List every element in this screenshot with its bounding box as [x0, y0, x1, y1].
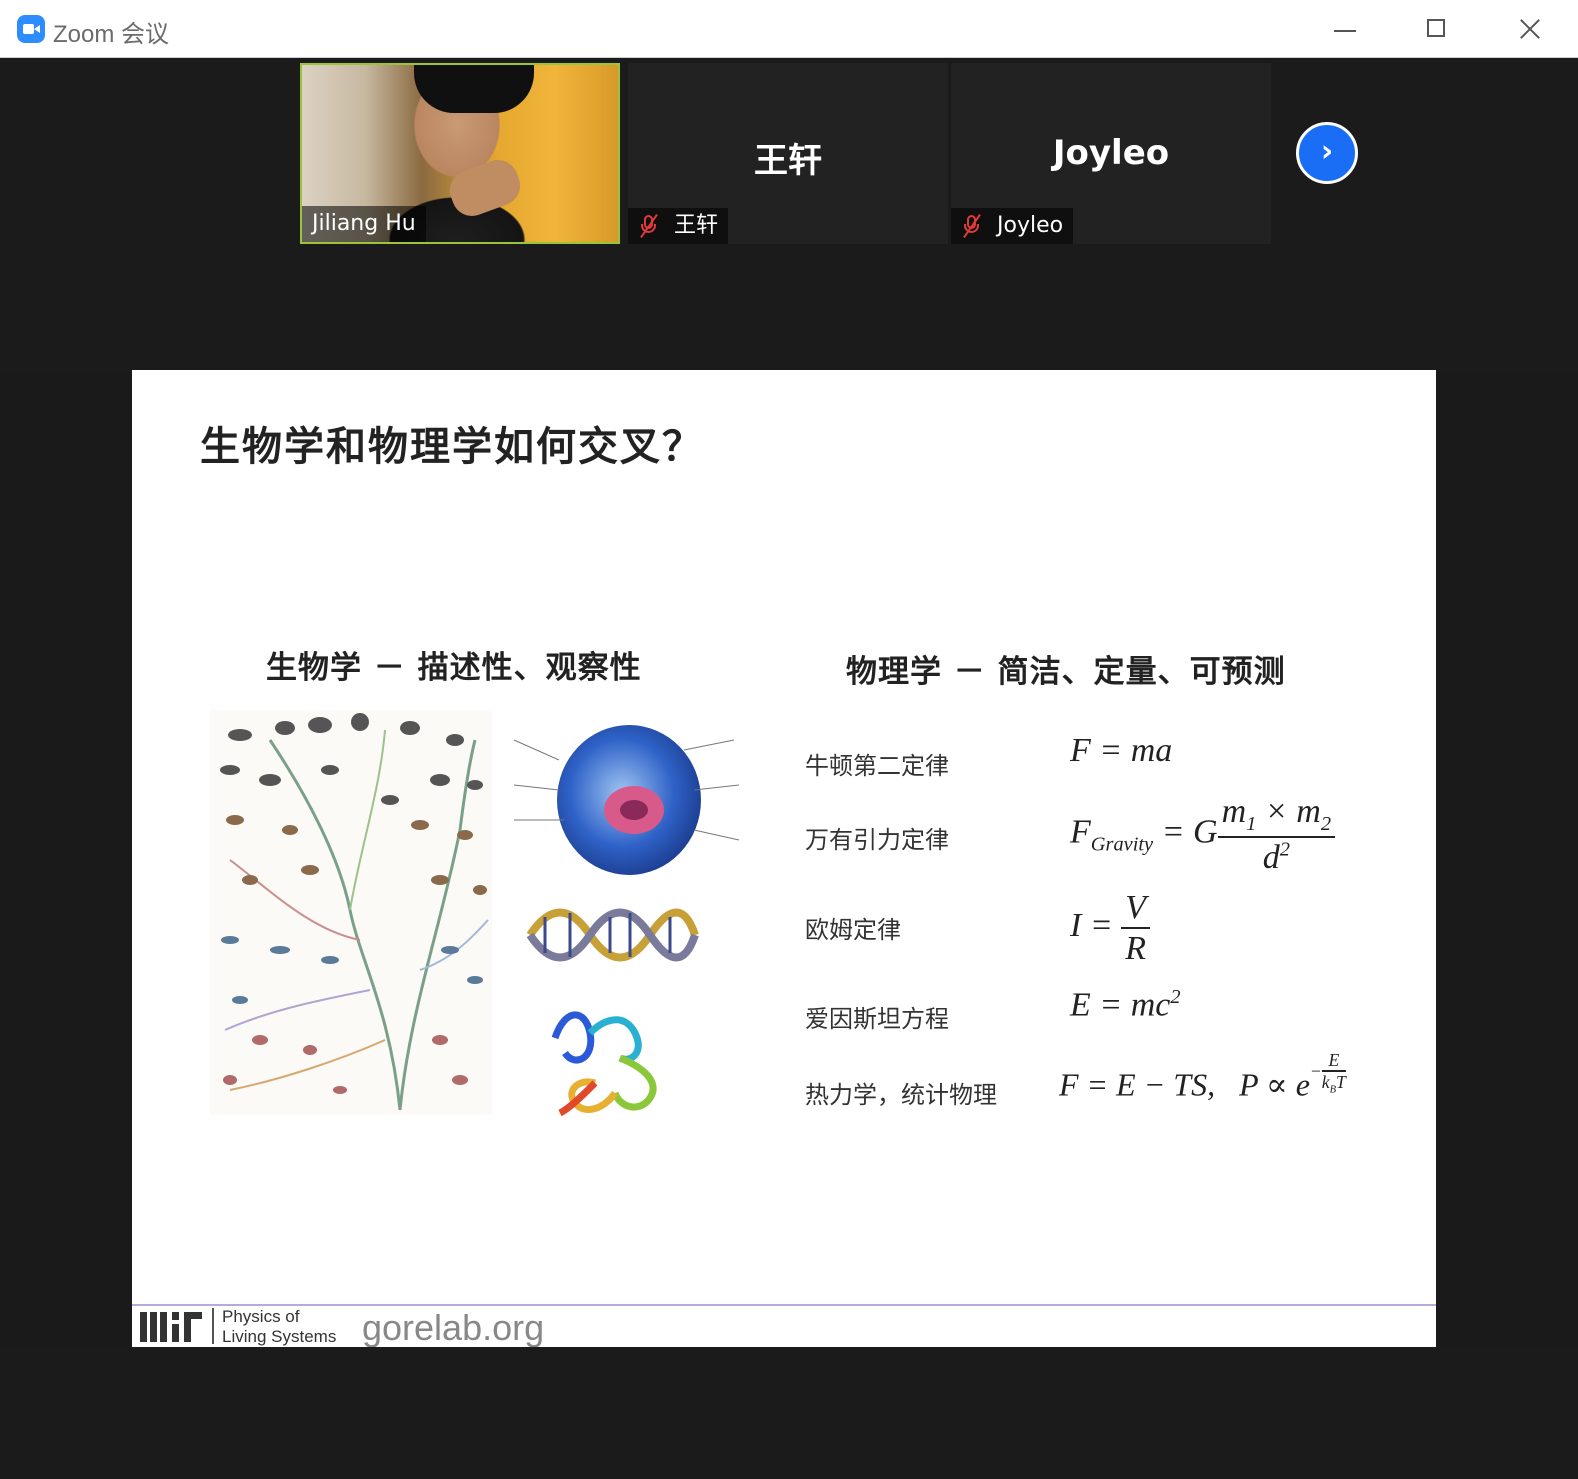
bottom-area: [0, 1347, 1578, 1479]
window-title-bar: Zoom 会议: [0, 0, 1578, 58]
mic-muted-icon: [961, 213, 983, 239]
law-name: 万有引力定律: [805, 826, 949, 854]
participant-name: 王轩: [628, 208, 729, 244]
formula-gravity: FGravity = Gm1 × m2 d2: [1070, 792, 1336, 877]
close-button[interactable]: [1506, 10, 1554, 48]
formula-ohm: I = VR: [1070, 888, 1151, 968]
formula-einstein: E = mc2: [1070, 986, 1181, 1024]
shared-screen-slide: 生物学和物理学如何交叉？ 生物学 － 描述性、观察性 物理学 － 简洁、定量、可…: [132, 370, 1436, 1347]
physics-heading: 物理学 － 简洁、定量、可预测: [846, 654, 1286, 690]
slide-title: 生物学和物理学如何交叉？: [200, 424, 704, 470]
next-page-button[interactable]: ›: [1296, 122, 1358, 184]
meeting-area: Jiliang Hu 王轩 王轩 Joyleo Joyleo › 生物学和物理学…: [0, 58, 1578, 1479]
formula-newton: F = ma: [1070, 732, 1173, 769]
zoom-logo-icon: [17, 15, 45, 43]
law-name: 爱因斯坦方程: [805, 1005, 949, 1033]
chevron-right-icon: ›: [1320, 134, 1334, 169]
participant-display-name: 王轩: [754, 141, 822, 181]
participant-tile-video[interactable]: Jiliang Hu: [300, 63, 620, 244]
tree-of-life-image: [210, 710, 492, 1115]
dna-helix-image: [526, 908, 699, 962]
mit-logo-icon: [140, 1312, 202, 1342]
cell-diagram-image: [504, 710, 749, 885]
biology-heading: 生物学 － 描述性、观察性: [266, 650, 642, 686]
protein-structure-image: [551, 1011, 657, 1117]
maximize-button[interactable]: [1413, 10, 1461, 48]
minimize-icon: [1334, 30, 1356, 32]
minimize-button[interactable]: [1322, 10, 1370, 48]
mic-muted-icon: [638, 213, 660, 239]
window-title: Zoom 会议: [53, 21, 170, 48]
participant-display-name: Joyleo: [1052, 133, 1170, 173]
participant-tile[interactable]: 王轩 王轩: [628, 63, 948, 244]
maximize-icon: [1427, 19, 1445, 37]
participant-name: Jiliang Hu: [302, 206, 426, 242]
lab-name: Physics of Living Systems: [222, 1307, 337, 1346]
participant-strip: Jiliang Hu 王轩 王轩 Joyleo Joyleo ›: [0, 58, 1578, 372]
participant-name: Joyleo: [951, 208, 1074, 244]
participant-tile[interactable]: Joyleo Joyleo: [951, 63, 1271, 244]
footer-divider: [132, 1304, 1436, 1306]
lab-url: gorelab.org: [362, 1307, 545, 1347]
law-name: 热力学，统计物理: [805, 1081, 997, 1109]
law-name: 牛顿第二定律: [805, 752, 949, 780]
law-name: 欧姆定律: [805, 916, 901, 944]
formula-thermo: F = E − TS, P ∝ e− EkBT: [1059, 1050, 1346, 1103]
